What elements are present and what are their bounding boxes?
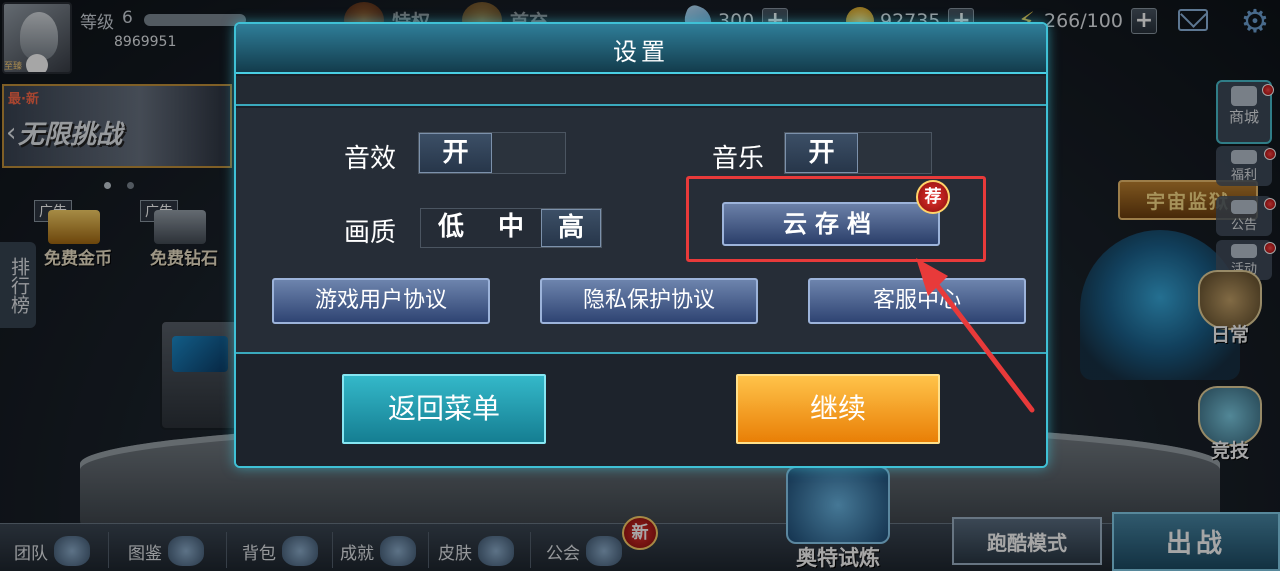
customer-service-button[interactable]: 客服中心 [808, 278, 1026, 324]
recommend-badge: 荐 [916, 180, 950, 214]
privacy-policy-button[interactable]: 隐私保护协议 [540, 278, 758, 324]
quality-medium[interactable]: 中 [481, 209, 541, 247]
music-toggle[interactable]: 开 [784, 132, 932, 174]
quality-high[interactable]: 高 [541, 209, 601, 247]
sound-effect-toggle[interactable]: 开 [418, 132, 566, 174]
dialog-band [236, 76, 1046, 106]
cloud-save-button[interactable]: 云存档 [722, 202, 940, 246]
settings-dialog: 设置 音效 开 音乐 开 画质 低 中 高 云存档 荐 游戏用户协议 隐私保护协… [234, 22, 1048, 468]
music-on[interactable]: 开 [785, 133, 859, 173]
graphics-quality-selector[interactable]: 低 中 高 [420, 208, 602, 248]
quality-low[interactable]: 低 [421, 209, 481, 247]
back-to-menu-button[interactable]: 返回菜单 [342, 374, 546, 444]
continue-button[interactable]: 继续 [736, 374, 940, 444]
sound-effect-label: 音效 [344, 144, 397, 174]
dialog-title: 设置 [613, 38, 669, 66]
dialog-header: 设置 [236, 24, 1046, 74]
user-agreement-button[interactable]: 游戏用户协议 [272, 278, 490, 324]
music-label: 音乐 [712, 144, 765, 174]
sound-effect-on[interactable]: 开 [419, 133, 493, 173]
music-off[interactable] [858, 133, 931, 173]
graphics-quality-label: 画质 [344, 218, 397, 248]
sound-effect-off[interactable] [492, 133, 565, 173]
